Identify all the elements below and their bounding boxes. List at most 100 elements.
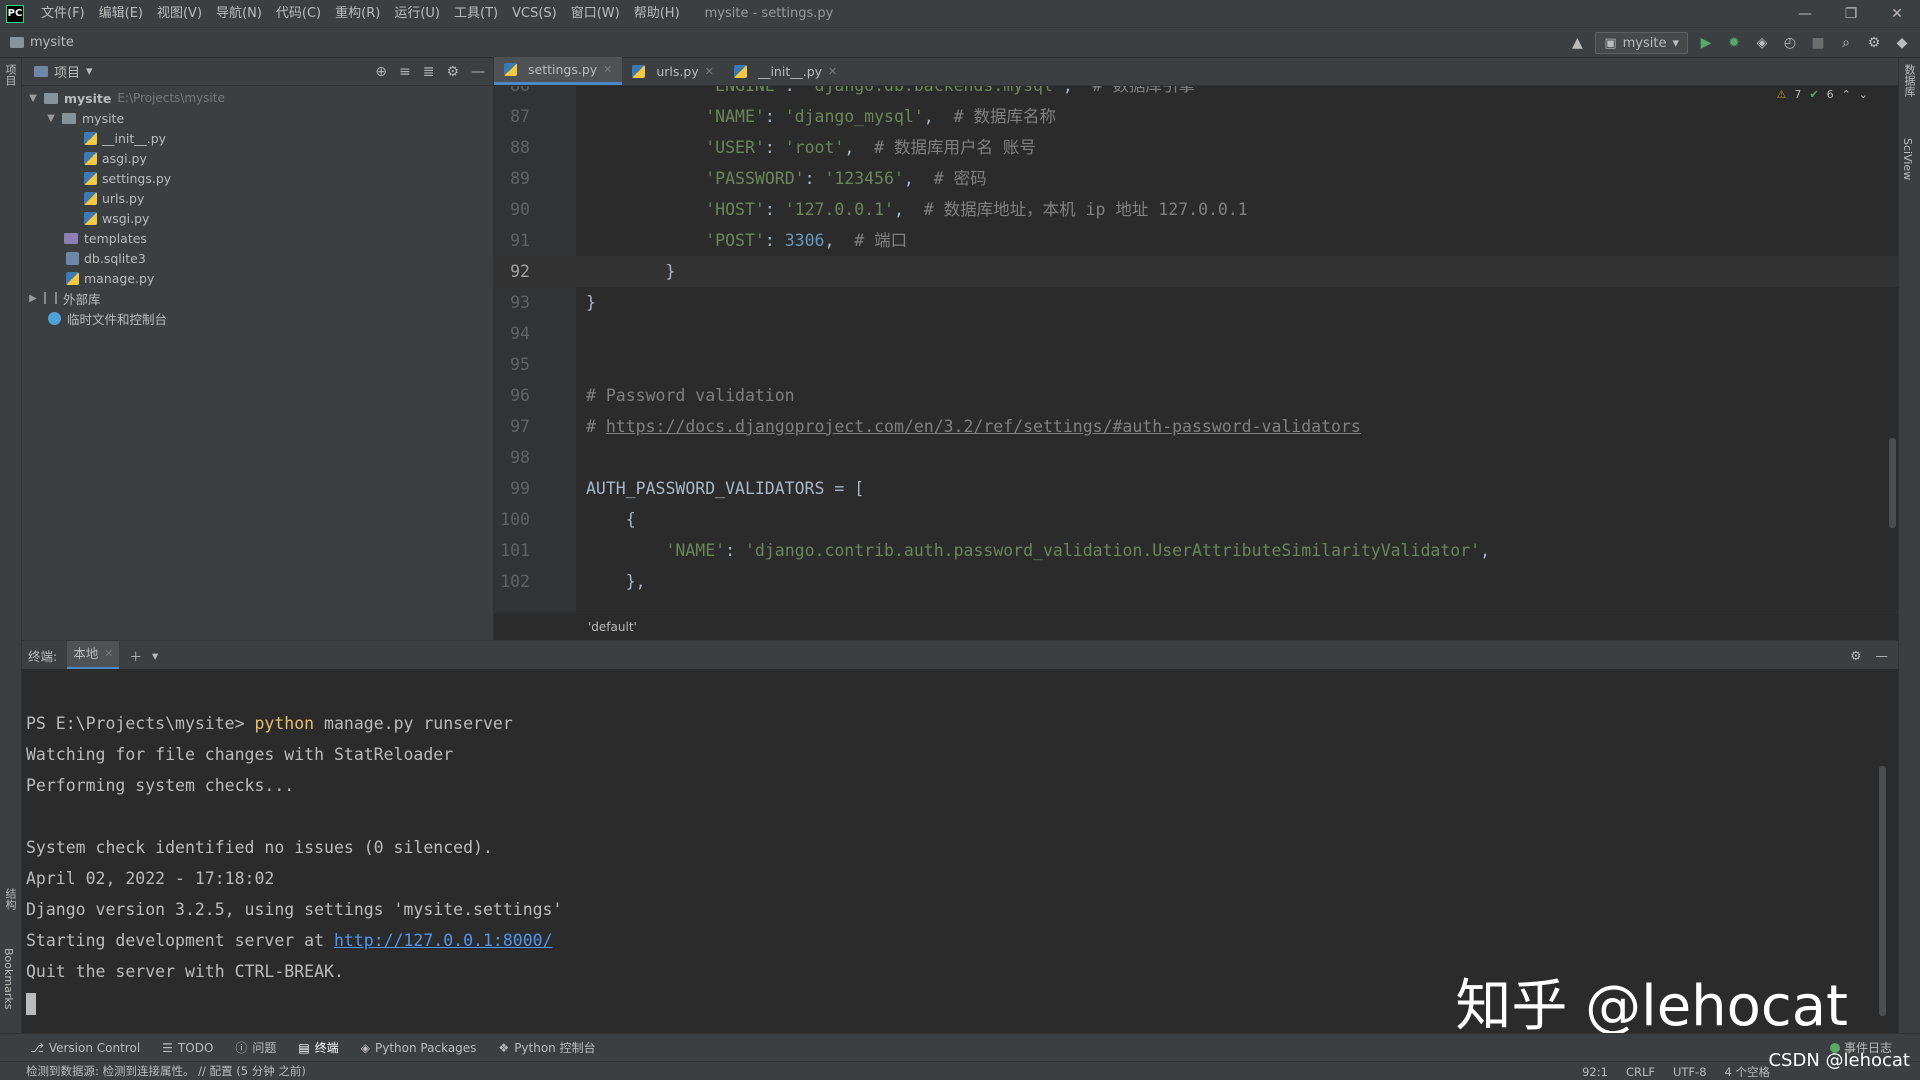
tree-item-templates[interactable]: templates xyxy=(22,228,493,248)
code-line[interactable]: 89 'PASSWORD': '123456', # 密码 xyxy=(494,163,1898,194)
close-icon[interactable]: ✕ xyxy=(104,640,113,668)
restore-icon[interactable]: ❐ xyxy=(1828,0,1874,28)
indent-setting[interactable]: 4 个空格 xyxy=(1725,1064,1770,1080)
tool-tab-python-console[interactable]: ❖ Python 控制台 xyxy=(498,1039,595,1056)
jetbrains-icon[interactable]: ◆ xyxy=(1892,33,1912,53)
close-icon[interactable]: ✕ xyxy=(705,65,714,78)
menu-tools[interactable]: 工具(T) xyxy=(447,0,505,28)
code-token[interactable]: https://docs.djangoproject.com/en/3.2/re… xyxy=(606,417,1361,436)
add-terminal-icon[interactable]: ＋ xyxy=(129,646,142,665)
status-message[interactable]: 检测到数据源: 检测到连接属性。 // 配置 (5 分钟 之前) xyxy=(26,1063,306,1079)
tree-item-scratches[interactable]: 临时文件和控制台 xyxy=(22,308,493,328)
inspection-widget[interactable]: ⚠ 7 ✔ 6 ⌃ ⌄ xyxy=(1776,88,1868,101)
code-line[interactable]: 86 'ENGINE': 'django.db.backends.mysql',… xyxy=(494,86,1898,101)
menu-navigate[interactable]: 导航(N) xyxy=(209,0,269,28)
terminal-scrollbar[interactable] xyxy=(1879,766,1886,1016)
run-config-select[interactable]: ▣ mysite ▾ xyxy=(1595,32,1688,54)
file-encoding[interactable]: UTF-8 xyxy=(1673,1065,1707,1079)
menu-edit[interactable]: 编辑(E) xyxy=(92,0,150,28)
tree-item-root[interactable]: ▼ mysite E:\Projects\mysite xyxy=(22,88,493,108)
gear-icon[interactable]: ⚙ xyxy=(446,64,459,80)
close-icon[interactable]: ✕ xyxy=(1874,0,1920,28)
menu-window[interactable]: 窗口(W) xyxy=(564,0,627,28)
caret-position[interactable]: 92:1 xyxy=(1582,1065,1608,1079)
collapse-all-icon[interactable]: ≣ xyxy=(423,64,435,80)
tree-item-init[interactable]: __init__.py xyxy=(22,128,493,148)
hide-icon[interactable]: — xyxy=(471,64,485,80)
tree-item-mysite-package[interactable]: ▼ mysite xyxy=(22,108,493,128)
code-line[interactable]: 90 'HOST': '127.0.0.1', # 数据库地址，本机 ip 地址… xyxy=(494,194,1898,225)
code-line[interactable]: 99 AUTH_PASSWORD_VALIDATORS = [ xyxy=(494,473,1898,504)
chevron-down-icon[interactable]: ▾ xyxy=(86,64,93,79)
code-line[interactable]: 98 xyxy=(494,442,1898,473)
editor-scrollbar[interactable] xyxy=(1889,438,1896,528)
tab-init[interactable]: __init__.py ✕ xyxy=(724,57,847,85)
tree-item-wsgi[interactable]: wsgi.py xyxy=(22,208,493,228)
tree-item-external-libraries[interactable]: ▶ 外部库 xyxy=(22,288,493,308)
code-line[interactable]: 101 'NAME': 'django.contrib.auth.passwor… xyxy=(494,535,1898,566)
code-line[interactable]: 97 # https://docs.djangoproject.com/en/3.… xyxy=(494,411,1898,442)
debug-icon[interactable]: ✹ xyxy=(1724,33,1744,53)
code-line[interactable]: 95 xyxy=(494,349,1898,380)
tree-item-settings[interactable]: settings.py xyxy=(22,168,493,188)
code-area[interactable]: 86 'ENGINE': 'django.db.backends.mysql',… xyxy=(494,86,1898,612)
user-icon[interactable]: ▲ xyxy=(1567,33,1587,53)
nav-breadcrumb[interactable]: mysite xyxy=(10,35,74,50)
chevron-down-icon[interactable]: ▼ xyxy=(44,113,58,124)
hide-icon[interactable]: — xyxy=(1876,648,1889,663)
tool-tab-terminal[interactable]: ▤ 终端 xyxy=(298,1039,338,1056)
terminal-output[interactable]: PS E:\Projects\mysite> python manage.py … xyxy=(26,677,562,1018)
gear-icon[interactable]: ⚙ xyxy=(1850,648,1861,663)
tab-settings[interactable]: settings.py ✕ xyxy=(494,57,623,85)
close-icon[interactable]: ✕ xyxy=(603,63,612,76)
code-line[interactable]: 91 'POST': 3306, # 端口 xyxy=(494,225,1898,256)
structure-strip-button[interactable]: 结构 xyxy=(2,888,18,910)
terminal-prompt-line[interactable] xyxy=(26,987,562,1018)
sciview-strip-button[interactable]: SciView xyxy=(1901,138,1914,180)
project-panel-title[interactable]: 项目 xyxy=(54,62,80,81)
menu-file[interactable]: 文件(F) xyxy=(34,0,92,28)
menu-refactor[interactable]: 重构(R) xyxy=(328,0,387,28)
tree-item-db[interactable]: db.sqlite3 xyxy=(22,248,493,268)
search-icon[interactable]: ⌕ xyxy=(1836,33,1856,53)
code-line[interactable]: 100 { xyxy=(494,504,1898,535)
breadcrumb-item[interactable]: 'default' xyxy=(588,620,637,634)
tool-tab-version-control[interactable]: ⎇ Version Control xyxy=(30,1041,140,1055)
line-separator[interactable]: CRLF xyxy=(1626,1065,1655,1079)
menu-view[interactable]: 视图(V) xyxy=(150,0,209,28)
tool-tab-problems[interactable]: ⓘ 问题 xyxy=(235,1039,276,1056)
bookmarks-strip-button[interactable]: Bookmarks xyxy=(2,948,15,1009)
gear-icon[interactable]: ⚙ xyxy=(1864,33,1884,53)
code-line[interactable]: 87 'NAME': 'django_mysql', # 数据库名称 xyxy=(494,101,1898,132)
tab-urls[interactable]: urls.py ✕ xyxy=(622,57,724,85)
chevron-up-icon[interactable]: ⌃ xyxy=(1842,88,1851,101)
tree-item-urls[interactable]: urls.py xyxy=(22,188,493,208)
project-strip-button[interactable]: 项目 xyxy=(2,64,18,86)
tool-tab-python-packages[interactable]: ◈ Python Packages xyxy=(361,1041,477,1055)
code-line[interactable]: 102 }, xyxy=(494,566,1898,597)
tool-tab-todo[interactable]: ☰ TODO xyxy=(162,1041,213,1055)
tab-terminal-local[interactable]: 本地 ✕ xyxy=(67,640,120,669)
profile-icon[interactable]: ◴ xyxy=(1780,33,1800,53)
code-line[interactable]: 94 xyxy=(494,318,1898,349)
menu-vcs[interactable]: VCS(S) xyxy=(505,0,564,28)
tree-item-manage[interactable]: manage.py xyxy=(22,268,493,288)
menu-run[interactable]: 运行(U) xyxy=(387,0,447,28)
code-line[interactable]: 92 } xyxy=(494,256,1898,287)
code-line[interactable]: 96 # Password validation xyxy=(494,380,1898,411)
chevron-down-icon[interactable]: ⌄ xyxy=(1859,88,1868,101)
tree-item-asgi[interactable]: asgi.py xyxy=(22,148,493,168)
stop-icon[interactable]: ■ xyxy=(1808,33,1828,53)
expand-all-icon[interactable]: ≡ xyxy=(399,64,411,80)
menu-help[interactable]: 帮助(H) xyxy=(627,0,687,28)
menu-code[interactable]: 代码(C) xyxy=(269,0,328,28)
minimize-icon[interactable]: — xyxy=(1782,0,1828,28)
coverage-icon[interactable]: ◈ xyxy=(1752,33,1772,53)
chevron-down-icon[interactable]: ▼ xyxy=(26,93,40,104)
locate-icon[interactable]: ⊕ xyxy=(375,64,387,80)
close-icon[interactable]: ✕ xyxy=(828,65,837,78)
server-url-link[interactable]: http://127.0.0.1:8000/ xyxy=(334,931,553,950)
chevron-right-icon[interactable]: ▶ xyxy=(26,293,40,304)
chevron-down-icon[interactable]: ▾ xyxy=(152,648,158,663)
run-icon[interactable]: ▶ xyxy=(1696,33,1716,53)
